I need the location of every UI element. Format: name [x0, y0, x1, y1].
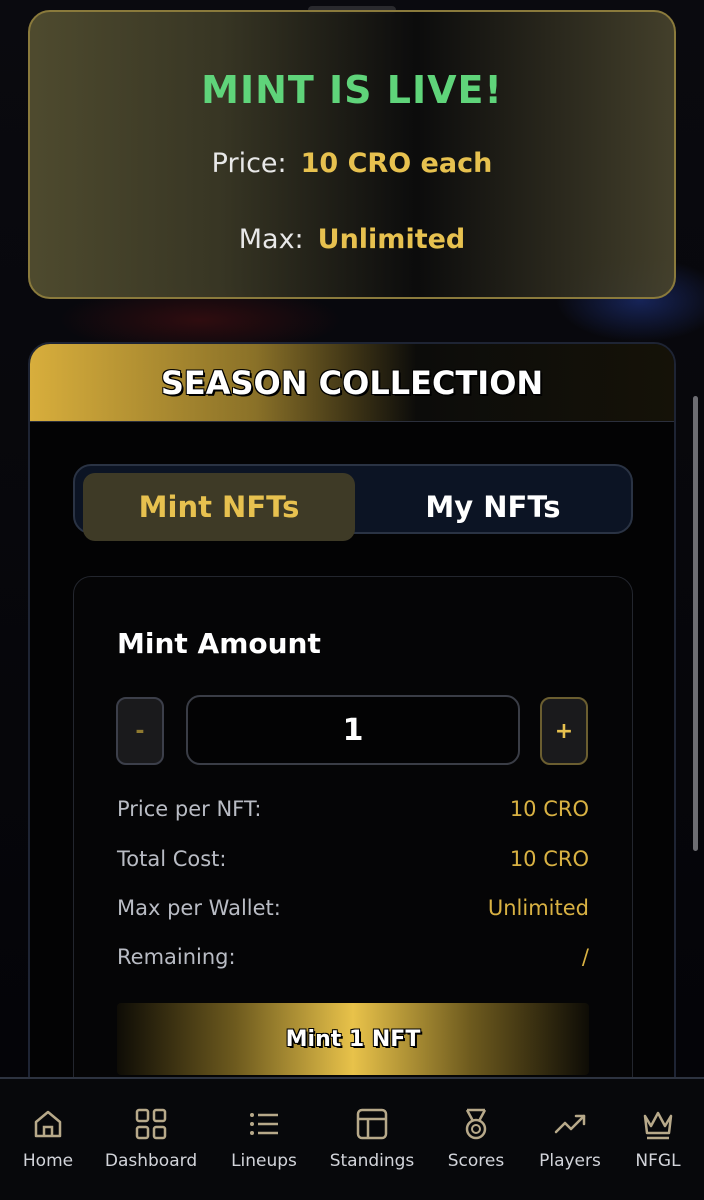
- detail-key: Price per NFT:: [117, 797, 262, 821]
- home-icon: [34, 1110, 62, 1138]
- price-value: 10 CRO each: [300, 148, 493, 179]
- medal-icon: [465, 1108, 487, 1140]
- detail-value: 10 CRO: [509, 847, 589, 871]
- crown-icon: [643, 1111, 673, 1140]
- trend-icon: [554, 1114, 586, 1134]
- nav-item-dashboard[interactable]: Dashboard: [104, 1107, 198, 1171]
- increment-button[interactable]: +: [540, 697, 588, 765]
- nav-label: NFGL: [635, 1151, 681, 1171]
- mint-form-card: Mint Amount - + Price per NFT: 10 CRO To…: [73, 576, 633, 1100]
- mint-button[interactable]: Mint 1 NFT: [117, 1003, 589, 1075]
- detail-key: Max per Wallet:: [117, 896, 281, 920]
- nav-label: Players: [539, 1151, 601, 1171]
- price-label: Price:: [211, 148, 287, 179]
- detail-key: Remaining:: [117, 945, 236, 969]
- nav-label: Standings: [329, 1151, 415, 1171]
- nav-label: Lineups: [231, 1151, 297, 1171]
- list-icon: [250, 1113, 278, 1135]
- season-title: SEASON COLLECTION: [160, 363, 544, 402]
- nav-label: Scores: [447, 1151, 505, 1171]
- mint-status-card: MINT IS LIVE! Price: 10 CRO each Max: Unli…: [28, 10, 676, 299]
- nav-item-nfgl[interactable]: NFGL: [632, 1107, 684, 1171]
- nft-tabs: Mint NFTs My NFTs: [73, 464, 633, 541]
- decrement-button[interactable]: -: [116, 697, 164, 765]
- mint-live-title: MINT IS LIVE!: [201, 68, 503, 112]
- price-line: Price: 10 CRO each: [30, 148, 674, 179]
- max-line: Max: Unlimited: [30, 224, 674, 255]
- detail-value: /: [581, 945, 589, 969]
- nav-item-standings[interactable]: Standings: [328, 1107, 416, 1171]
- table-icon: [356, 1108, 388, 1140]
- detail-value: 10 CRO: [509, 797, 589, 821]
- detail-key: Total Cost:: [117, 847, 227, 871]
- bottom-nav: Home Dashboard Lineups Standings Scores …: [0, 1077, 704, 1200]
- detail-row-max: Max per Wallet: Unlimited: [117, 896, 589, 920]
- tab-my-nfts[interactable]: My NFTs: [357, 473, 629, 541]
- scrollbar[interactable]: [693, 396, 698, 851]
- nav-label: Dashboard: [104, 1151, 198, 1171]
- season-header: SEASON COLLECTION: [30, 344, 674, 422]
- nav-item-lineups[interactable]: Lineups: [228, 1107, 300, 1171]
- nav-item-home[interactable]: Home: [22, 1107, 74, 1171]
- quantity-input[interactable]: [186, 695, 520, 765]
- nav-item-scores[interactable]: Scores: [444, 1107, 508, 1171]
- mint-amount-label: Mint Amount: [117, 627, 321, 660]
- max-value: Unlimited: [317, 224, 466, 255]
- season-collection-panel: SEASON COLLECTION Mint NFTs My NFTs Mint…: [28, 342, 676, 1102]
- detail-row-remaining: Remaining: /: [117, 945, 589, 969]
- nav-label: Home: [22, 1151, 74, 1171]
- detail-row-price: Price per NFT: 10 CRO: [117, 797, 589, 821]
- detail-value: Unlimited: [487, 896, 589, 920]
- detail-row-total: Total Cost: 10 CRO: [117, 847, 589, 871]
- max-label: Max:: [238, 224, 304, 255]
- tab-mint-nfts[interactable]: Mint NFTs: [83, 473, 355, 541]
- nav-item-players[interactable]: Players: [536, 1107, 604, 1171]
- dashboard-icon: [135, 1108, 167, 1140]
